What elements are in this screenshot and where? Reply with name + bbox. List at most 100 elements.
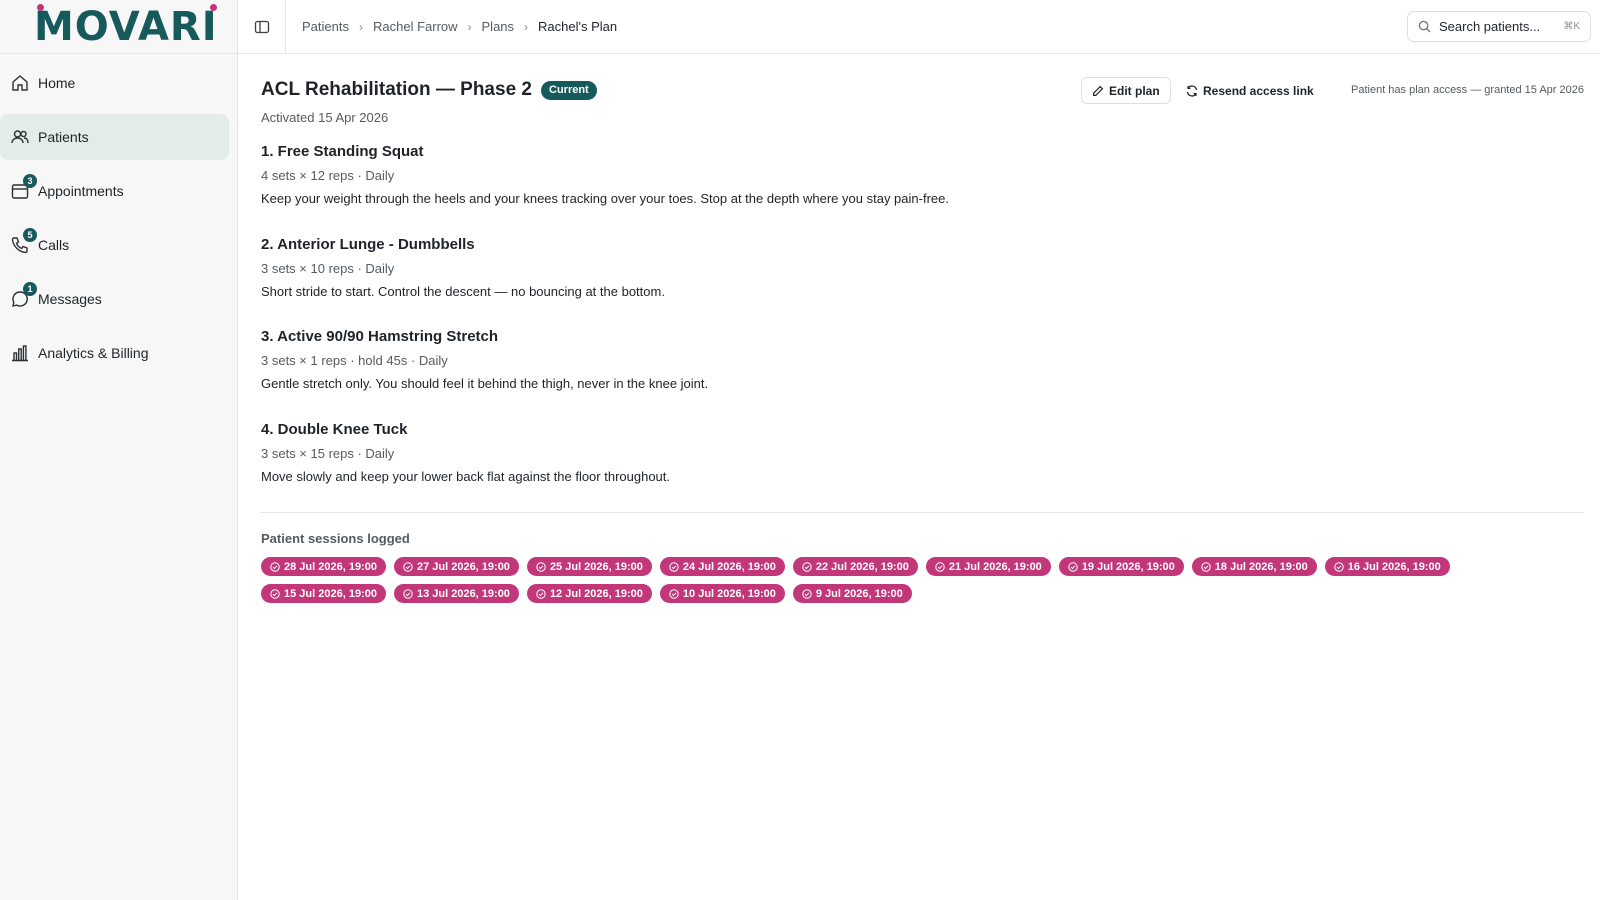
resend-access-link-label: Resend access link xyxy=(1203,83,1314,98)
exercise-instructions: Move slowly and keep your lower back fla… xyxy=(261,468,671,484)
exercise-item: 1. Free Standing Squat 4 sets × 12 reps ·… xyxy=(261,140,1584,225)
topbar: Patients › Rachel Farrow › Plans › Rache… xyxy=(238,0,1600,54)
session-chip: 13 Jul 2026, 19:00 xyxy=(393,584,519,603)
session-chip: 15 Jul 2026, 19:00 xyxy=(261,584,386,603)
session-chip: 12 Jul 2026, 19:00 xyxy=(526,584,652,603)
session-chip-label: 25 Jul 2026, 19:00 xyxy=(549,560,643,573)
session-chip-label: 13 Jul 2026, 19:00 xyxy=(416,587,510,600)
session-chip: 28 Jul 2026, 19:00 xyxy=(261,557,386,576)
session-chip-label: 19 Jul 2026, 19:00 xyxy=(1081,560,1175,573)
sidebar-item-label: Calls xyxy=(38,237,70,253)
phone-icon: 5 xyxy=(10,228,37,255)
exercise-prescription: 3 sets × 1 reps · hold 45s · Daily xyxy=(261,353,448,368)
exercise-instructions: Keep your weight through the heels and y… xyxy=(261,191,949,206)
session-chip-label: 12 Jul 2026, 19:00 xyxy=(549,587,643,600)
check-circle-icon xyxy=(403,588,413,599)
exercise-list: 1. Free Standing Squat 4 sets × 12 reps ·… xyxy=(261,140,1584,502)
exercise-prescription: 3 sets × 10 reps · Daily xyxy=(261,260,395,276)
sidebar-item-label: Appointments xyxy=(38,183,124,199)
session-chip: 21 Jul 2026, 19:00 xyxy=(925,557,1051,576)
sidebar-item-calls[interactable]: 5 Calls xyxy=(0,222,229,268)
breadcrumb-patients[interactable]: Patients xyxy=(302,19,349,34)
sidebar-item-patients[interactable]: Patients xyxy=(0,114,229,160)
divider xyxy=(261,512,1584,513)
search-shortcut: ⌘K xyxy=(1563,21,1580,32)
notification-badge: 5 xyxy=(23,228,37,242)
status-badge: Current xyxy=(541,81,597,100)
session-chip-label: 16 Jul 2026, 19:00 xyxy=(1347,560,1441,573)
session-chip: 19 Jul 2026, 19:00 xyxy=(1058,557,1184,576)
plan-title: ACL Rehabilitation — Phase 2 xyxy=(261,79,532,100)
sidebar-item-messages[interactable]: 1 Messages xyxy=(0,276,229,322)
sessions-section: Patient sessions logged 28 Jul 2026, 19:… xyxy=(261,531,1584,611)
check-circle-icon xyxy=(1201,561,1211,572)
session-chip-list: 28 Jul 2026, 19:00 27 Jul 2026, 19:00 25 J… xyxy=(261,557,1551,611)
users-icon xyxy=(10,127,30,147)
notification-badge: 3 xyxy=(23,174,37,188)
exercise-instructions: Short stride to start. Control the desce… xyxy=(261,283,665,299)
check-circle-icon xyxy=(669,588,679,599)
exercise-title: 2. Anterior Lunge - Dumbbells xyxy=(261,235,475,253)
session-chip-label: 27 Jul 2026, 19:00 xyxy=(416,560,510,573)
sidebar-item-label: Messages xyxy=(38,291,102,307)
session-chip: 25 Jul 2026, 19:00 xyxy=(526,557,652,576)
plan-access-note: Patient has plan access — granted 15 Apr… xyxy=(1351,84,1584,96)
session-chip-label: 21 Jul 2026, 19:00 xyxy=(948,560,1042,573)
logo-accent-dot xyxy=(37,3,44,11)
sidebar: MOVARI Home Patients 3 Appointments 5 Calls 1 M… xyxy=(0,0,238,900)
session-chip: 24 Jul 2026, 19:00 xyxy=(659,557,785,576)
sidebar-nav: Home Patients 3 Appointments 5 Calls 1 Messages… xyxy=(0,54,237,376)
search-box[interactable]: ⌘K xyxy=(1407,11,1591,42)
notification-badge: 1 xyxy=(23,282,37,296)
sidebar-item-analytics-billing[interactable]: Analytics & Billing xyxy=(0,330,229,376)
logo[interactable]: MOVARI xyxy=(0,0,237,54)
session-chip: 16 Jul 2026, 19:00 xyxy=(1324,557,1450,576)
brand-logo-text: MOVARI xyxy=(34,3,218,50)
exercise-title: 4. Double Knee Tuck xyxy=(261,420,408,438)
exercise-instructions: Gentle stretch only. You should feel it … xyxy=(261,376,709,391)
search-input[interactable] xyxy=(1439,19,1559,34)
plan-header: ACL Rehabilitation — Phase 2 Current Act… xyxy=(261,54,1584,132)
message-icon: 1 xyxy=(10,282,37,309)
session-chip: 27 Jul 2026, 19:00 xyxy=(393,557,519,576)
bar-chart-icon xyxy=(10,343,30,363)
calendar-icon: 3 xyxy=(10,174,37,201)
check-circle-icon xyxy=(270,561,280,572)
home-icon xyxy=(10,73,30,93)
refresh-icon xyxy=(1186,84,1198,97)
session-chip: 22 Jul 2026, 19:00 xyxy=(792,557,918,576)
check-circle-icon xyxy=(1334,561,1344,572)
check-circle-icon xyxy=(802,561,812,572)
check-circle-icon xyxy=(802,588,812,599)
sidebar-item-appointments[interactable]: 3 Appointments xyxy=(0,168,229,214)
session-chip-label: 10 Jul 2026, 19:00 xyxy=(682,587,776,600)
sidebar-item-home[interactable]: Home xyxy=(0,60,229,106)
app-root: MOVARI Home Patients 3 Appointments 5 Calls 1 M… xyxy=(0,0,1600,900)
chevron-right-icon: › xyxy=(358,19,363,34)
session-chip-label: 18 Jul 2026, 19:00 xyxy=(1214,560,1308,573)
check-circle-icon xyxy=(270,588,280,599)
resend-access-link-button[interactable]: Resend access link xyxy=(1186,77,1314,104)
sessions-heading: Patient sessions logged xyxy=(261,531,410,546)
exercise-item: 4. Double Knee Tuck 3 sets × 15 reps · Da… xyxy=(261,418,1584,503)
session-chip: 18 Jul 2026, 19:00 xyxy=(1191,557,1317,576)
exercise-title: 1. Free Standing Squat xyxy=(261,143,424,160)
breadcrumb-patient-name[interactable]: Rachel Farrow xyxy=(373,19,458,34)
breadcrumb-plans[interactable]: Plans xyxy=(482,19,515,34)
exercise-title: 3. Active 90/90 Hamstring Stretch xyxy=(261,328,499,345)
check-circle-icon xyxy=(1068,561,1078,572)
session-chip-label: 28 Jul 2026, 19:00 xyxy=(284,560,377,573)
exercise-prescription: 3 sets × 15 reps · Daily xyxy=(261,445,395,461)
breadcrumb: Patients › Rachel Farrow › Plans › Rache… xyxy=(286,19,617,34)
session-chip-label: 22 Jul 2026, 19:00 xyxy=(815,560,909,573)
sidebar-toggle-button[interactable] xyxy=(238,0,286,54)
sidebar-toggle-icon xyxy=(254,20,269,33)
sidebar-item-label: Home xyxy=(38,75,76,91)
breadcrumb-current-plan: Rachel's Plan xyxy=(538,19,618,34)
pencil-icon xyxy=(1093,85,1104,96)
check-circle-icon xyxy=(935,561,945,572)
edit-plan-button[interactable]: Edit plan xyxy=(1081,77,1171,104)
session-chip-label: 15 Jul 2026, 19:00 xyxy=(284,587,377,600)
chevron-right-icon: › xyxy=(467,19,472,34)
exercise-item: 3. Active 90/90 Hamstring Stretch 3 sets … xyxy=(261,325,1584,410)
